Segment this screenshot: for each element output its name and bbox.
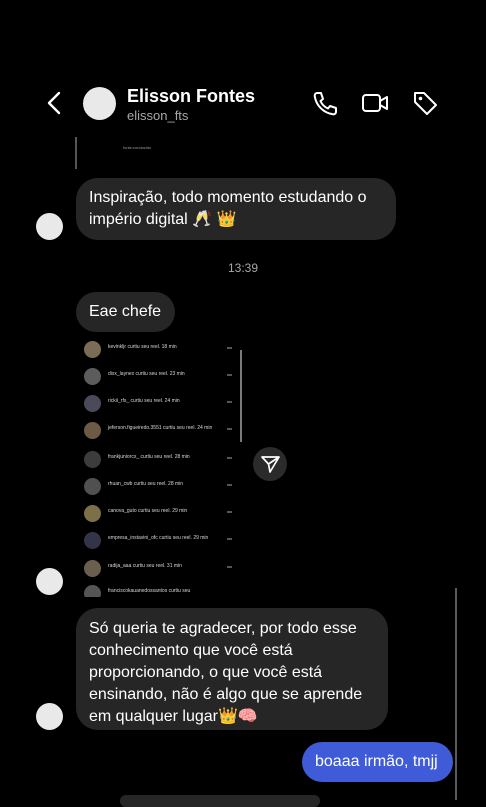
user-avatar: [84, 585, 101, 597]
notification-row: rhuan_cwb curtiu seu reel. 28 min: [84, 478, 234, 496]
shared-image-caption: fonte:conduzido: [123, 145, 152, 150]
user-avatar: [84, 422, 101, 439]
sender-avatar[interactable]: [36, 703, 63, 730]
shared-image-edge: [75, 137, 77, 169]
tag-icon[interactable]: [411, 89, 439, 117]
user-avatar: [84, 341, 101, 358]
video-camera-icon[interactable]: [361, 89, 389, 117]
message-bubble-incoming[interactable]: Só queria te agradecer, por todo esse co…: [76, 608, 388, 730]
user-avatar: [84, 478, 101, 495]
sender-avatar[interactable]: [36, 568, 63, 595]
avatar[interactable]: [83, 87, 116, 120]
user-avatar: [84, 505, 101, 522]
image-scrollbar: [240, 350, 242, 442]
chat-scrollbar[interactable]: [455, 588, 457, 800]
user-avatar: [84, 368, 101, 385]
chat-header: Elisson Fontes elisson_fts: [0, 0, 486, 130]
sender-avatar[interactable]: [36, 213, 63, 240]
contact-name[interactable]: Elisson Fontes: [127, 86, 255, 107]
send-icon: [261, 456, 280, 473]
notification-row: rickii_rfs_ curtiu seu reel. 24 min: [84, 395, 234, 413]
share-button[interactable]: [253, 447, 287, 481]
notification-row: frankjuniorcx_ curtiu seu reel. 28 min: [84, 451, 234, 469]
message-bubble-incoming[interactable]: Eae chefe: [76, 292, 175, 332]
message-bubble-outgoing[interactable]: boaaa irmão, tmjj: [302, 742, 453, 782]
notification-row: canova_guto curtiu seu reel. 29 min: [84, 505, 234, 523]
user-avatar: [84, 560, 101, 577]
message-bubble-incoming[interactable]: Inspiração, todo momento estudando o imp…: [76, 178, 396, 240]
phone-icon[interactable]: [310, 89, 338, 117]
notification-row: dixx_laynex curtiu seu reel. 23 min: [84, 368, 234, 386]
user-avatar: [84, 451, 101, 468]
notification-row: empresa_instavini_ofc curtiu seu reel. 2…: [84, 532, 234, 550]
notification-row: kevinkljr curtiu seu reel. 18 min: [84, 341, 234, 359]
user-avatar: [84, 395, 101, 412]
notification-row: radija_aaa curtiu seu reel. 31 min: [84, 560, 234, 578]
chevron-left-icon[interactable]: [44, 90, 66, 116]
notification-row: jeferson.figueiredo.3551 curtiu seu reel…: [84, 422, 234, 440]
message-timestamp: 13:39: [227, 261, 259, 275]
notification-row: franciscokauanedossantos curtiu seu: [84, 585, 234, 597]
user-avatar: [84, 532, 101, 549]
contact-username[interactable]: elisson_fts: [127, 108, 188, 123]
message-bubble-incoming-partial[interactable]: [120, 795, 320, 807]
